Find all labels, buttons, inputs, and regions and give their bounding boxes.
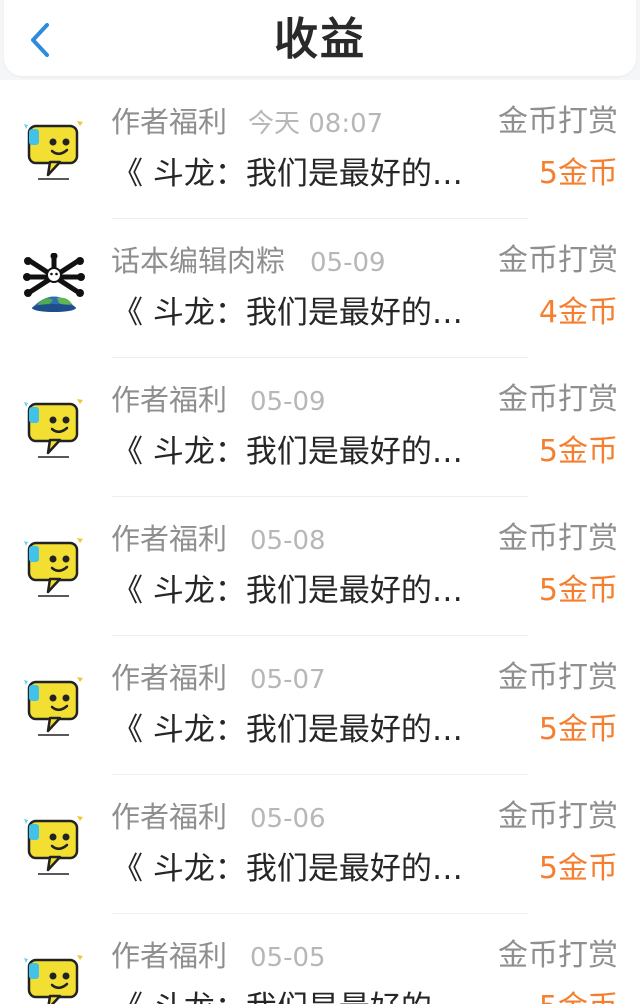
work-title: 《 斗龙：我们是最好的伙伴》 (112, 573, 484, 609)
reward-amount: 5金币 (538, 156, 618, 191)
sender-name: 作者福利 (111, 105, 228, 139)
earning-record[interactable]: 作者福利 05-07 金币打赏 《 斗龙：我们是最好的伙伴》 5金币 (0, 636, 640, 775)
record-time: 05-09 (250, 387, 326, 417)
top-navigation-bar: 收益 (4, 0, 636, 76)
record-time: 05-07 (250, 665, 326, 695)
earning-record[interactable]: 作者福利 05-05 金币打赏 《 斗龙：我们是最好的伙伴》 5金币 (0, 914, 640, 1004)
reward-type: 金币打赏 (498, 799, 618, 834)
earth-crossbones-icon (23, 253, 85, 312)
yellow-chat-bubble-icon (24, 816, 83, 875)
sender-name: 作者福利 (111, 939, 228, 973)
sender-name: 作者福利 (111, 661, 228, 695)
reward-type: 金币打赏 (498, 521, 618, 556)
reward-amount: 4金币 (538, 295, 618, 330)
record-time: 05-09 (310, 248, 386, 278)
sender-name: 话本编辑肉粽 (111, 244, 286, 278)
record-time: 05-05 (250, 943, 326, 973)
yellow-chat-bubble-icon (24, 538, 83, 597)
yellow-chat-bubble-icon (24, 677, 83, 736)
work-title: 《 斗龙：我们是最好的伙伴》 (112, 851, 484, 887)
earnings-screen: 收益 作者福利 今天 08:07 金币打赏 《 斗龙：我们是最好的伙伴》 5金币… (0, 0, 640, 1004)
record-time: 今天 08:07 (248, 109, 384, 139)
sender-name: 作者福利 (111, 800, 228, 834)
earnings-list: 作者福利 今天 08:07 金币打赏 《 斗龙：我们是最好的伙伴》 5金币 话本… (0, 80, 640, 1004)
record-time: 05-06 (250, 804, 326, 834)
yellow-chat-bubble-avatar (20, 392, 88, 460)
reward-type: 金币打赏 (498, 938, 618, 973)
reward-type: 金币打赏 (498, 243, 618, 278)
yellow-chat-bubble-avatar (20, 948, 88, 1004)
yellow-chat-bubble-icon (24, 955, 83, 1004)
reward-amount: 5金币 (539, 987, 618, 1004)
reward-type: 金币打赏 (498, 382, 618, 417)
work-title: 《 斗龙：我们是最好的伙伴》 (112, 986, 484, 1004)
record-time: 05-08 (250, 526, 326, 556)
sender-name: 作者福利 (111, 522, 228, 556)
reward-amount: 5金币 (538, 573, 618, 608)
yellow-chat-bubble-avatar (20, 114, 88, 182)
earning-record[interactable]: 作者福利 今天 08:07 金币打赏 《 斗龙：我们是最好的伙伴》 5金币 (0, 80, 640, 219)
reward-amount: 5金币 (538, 851, 618, 886)
reward-amount: 5金币 (538, 712, 618, 747)
earning-record[interactable]: 作者福利 05-08 金币打赏 《 斗龙：我们是最好的伙伴》 5金币 (0, 497, 640, 636)
earth-crossbones-avatar (20, 253, 88, 321)
yellow-chat-bubble-icon (24, 399, 83, 458)
yellow-chat-bubble-avatar (20, 809, 88, 877)
yellow-chat-bubble-icon (24, 121, 83, 180)
reward-amount: 5金币 (538, 434, 618, 469)
earning-record[interactable]: 作者福利 05-06 金币打赏 《 斗龙：我们是最好的伙伴》 5金币 (0, 775, 640, 914)
reward-type: 金币打赏 (498, 104, 618, 139)
work-title: 《 斗龙：我们是最好的伙伴》 (112, 712, 484, 748)
work-title: 《 斗龙：我们是最好的伙伴》 (112, 156, 484, 192)
reward-type: 金币打赏 (498, 660, 618, 695)
yellow-chat-bubble-avatar (20, 670, 88, 738)
work-title: 《 斗龙：我们是最好的伙伴》 (112, 434, 484, 470)
page-title: 收益 (274, 14, 366, 65)
earning-record[interactable]: 话本编辑肉粽 05-09 金币打赏 《 斗龙：我们是最好的伙伴》 4金币 (0, 219, 640, 358)
sender-name: 作者福利 (111, 383, 228, 417)
yellow-chat-bubble-avatar (20, 531, 88, 599)
work-title: 《 斗龙：我们是最好的伙伴》 (112, 295, 484, 331)
earning-record[interactable]: 作者福利 05-09 金币打赏 《 斗龙：我们是最好的伙伴》 5金币 (0, 358, 640, 497)
